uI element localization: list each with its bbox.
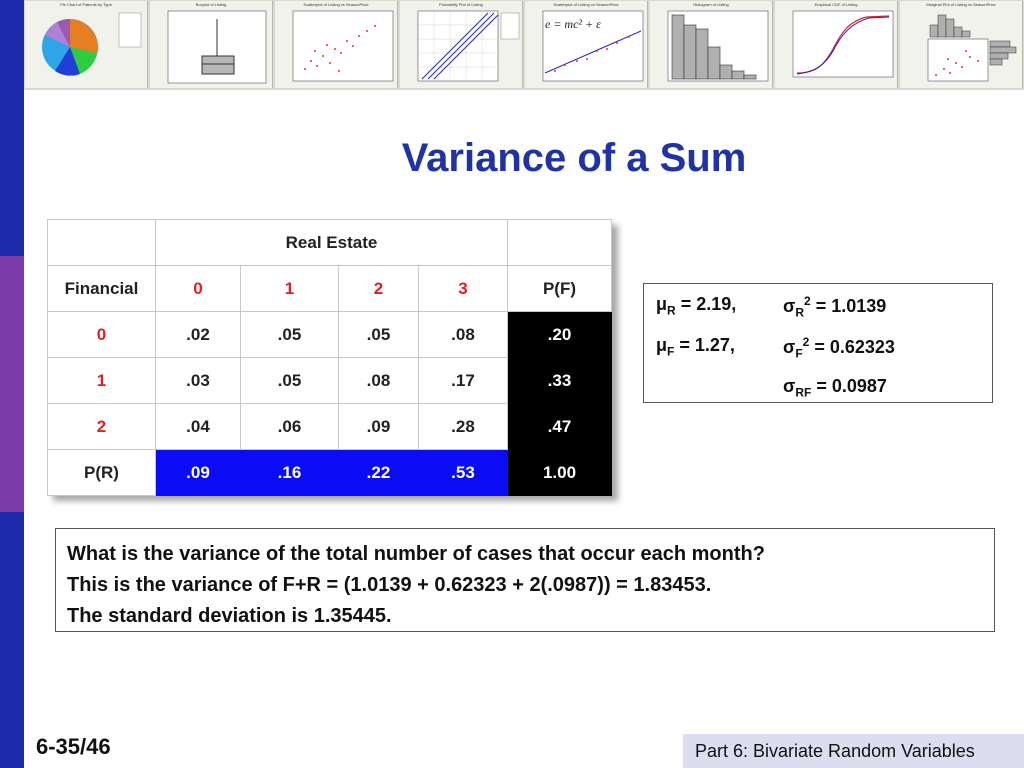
mean-f-value: = 1.27, [674,335,735,355]
superscript: 2 [804,294,811,308]
mean-r-value: = 2.19, [675,294,737,314]
thumbnail-marginal-plot: Marginal Plot of Listing vs SeasonPrice [900,1,1023,88]
sidebar-band-bottom [0,512,24,768]
regression-plot-icon [542,10,644,82]
table-marginal-cell: .53 [418,449,508,496]
table-row-label: 0 [47,311,156,358]
thumbnail-strip: Pie Chart of Patients by Type Boxplot of… [24,0,1024,90]
table-cell: .05 [240,357,339,404]
table-marginal-cell: .22 [338,449,419,496]
answer-line: This is the variance of F+R = (1.0139 + … [67,574,712,596]
table-row-label: 1 [47,357,156,404]
table-row: 1 .03 .05 .08 .17 .33 [47,357,612,404]
sidebar-band-middle [0,256,24,512]
pie-chart-icon [42,12,142,76]
table-grand-total: 1.00 [507,449,612,496]
sigma-symbol: σ [783,337,796,357]
table-cell: .04 [155,403,241,450]
thumbnail-cdf: Empirical CDF of Listing [775,1,898,88]
variance-f-line: σF2 = 0.62323 [783,335,895,361]
table-column-header: 1 [240,265,339,312]
table-row-total: .47 [507,403,612,450]
slide-number: 6-35/46 [36,734,111,759]
cdf-plot-icon [792,10,894,78]
table-cell: .06 [240,403,339,450]
sigma-symbol: σ [783,296,796,316]
thumbnail-probability-plot: Probability Plot of Listing [400,1,523,88]
table-cell: .09 [338,403,419,450]
joint-probability-table: Real Estate Financial 0 1 2 3 P(F) 0 .02… [47,219,612,496]
table-cell: .28 [418,403,508,450]
covariance-value: = 0.0987 [811,376,887,396]
thumbnail-regression: Scatterplot of Listing vs SeasonPrice e … [525,1,648,88]
subscript: F [795,346,803,361]
table-cell: .02 [155,311,241,358]
probability-plot-icon [417,10,520,82]
boxplot-icon [167,10,267,84]
table-cell: .05 [338,311,419,358]
table-cell: .05 [240,311,339,358]
table-cell: .08 [418,311,508,358]
scatterplot-icon [292,10,394,82]
table-row: 0 .02 .05 .05 .08 .20 [47,311,612,358]
thumbnail-boxplot: Boxplot of Listing [150,1,273,88]
table-marginal-cell: .09 [155,449,241,496]
mean-f-line: μF = 1.27, [656,335,735,359]
mu-symbol: μ [656,294,668,314]
table-corner-cell [47,219,156,266]
table-column-header: 0 [155,265,241,312]
table-row-header: Financial [47,265,156,312]
histogram-icon [667,10,769,82]
table-super-header: Real Estate [155,219,508,266]
sigma-symbol: σ [783,376,796,396]
table-marginal-cell: .16 [240,449,339,496]
answer-line: The standard deviation is 1.35445. [67,605,392,627]
thumbnail-scatterplot: Scatterplot of Listing vs SeasonPrice [275,1,398,88]
question-line: What is the variance of the total number… [67,543,765,565]
variance-r-value: = 1.0139 [810,296,887,316]
subscript: R [795,305,804,320]
formula-label: e = mc² + ε [545,17,601,31]
table-column-header: 2 [338,265,419,312]
mean-r-line: μR = 2.19, [656,294,736,318]
sidebar [0,0,24,768]
table-row-total: .33 [507,357,612,404]
variance-f-value: = 0.62323 [809,337,895,357]
table-column-header: 3 [418,265,508,312]
subscript: RF [795,385,812,400]
table-row-total: .20 [507,311,612,358]
question-box: What is the variance of the total number… [55,528,995,632]
table-cell: .03 [155,357,241,404]
sidebar-band-top [0,0,24,256]
table-row: 2 .04 .06 .09 .28 .47 [47,403,612,450]
table-row-label: 2 [47,403,156,450]
table-total-column-header: P(F) [507,265,612,312]
subscript: R [667,303,676,318]
table-cell: .08 [338,357,419,404]
statistics-box: μR = 2.19, σR2 = 1.0139 μF = 1.27, σF2 =… [643,283,993,403]
marginal-plot-icon [927,14,1017,82]
variance-r-line: σR2 = 1.0139 [783,294,886,320]
page-title: Variance of a Sum [401,136,747,180]
table-cell: .17 [418,357,508,404]
thumbnail-histogram: Histogram of Listing [650,1,773,88]
thumbnail-pie-chart: Pie Chart of Patients by Type [25,1,148,88]
table-row-label: P(R) [47,449,156,496]
footer-section-label: Part 6: Bivariate Random Variables [683,734,1024,768]
mu-symbol: μ [656,335,668,355]
covariance-line: σRF = 0.0987 [783,376,887,400]
table-corner-cell-right [507,219,612,266]
table-total-row: P(R) .09 .16 .22 .53 1.00 [47,449,612,496]
